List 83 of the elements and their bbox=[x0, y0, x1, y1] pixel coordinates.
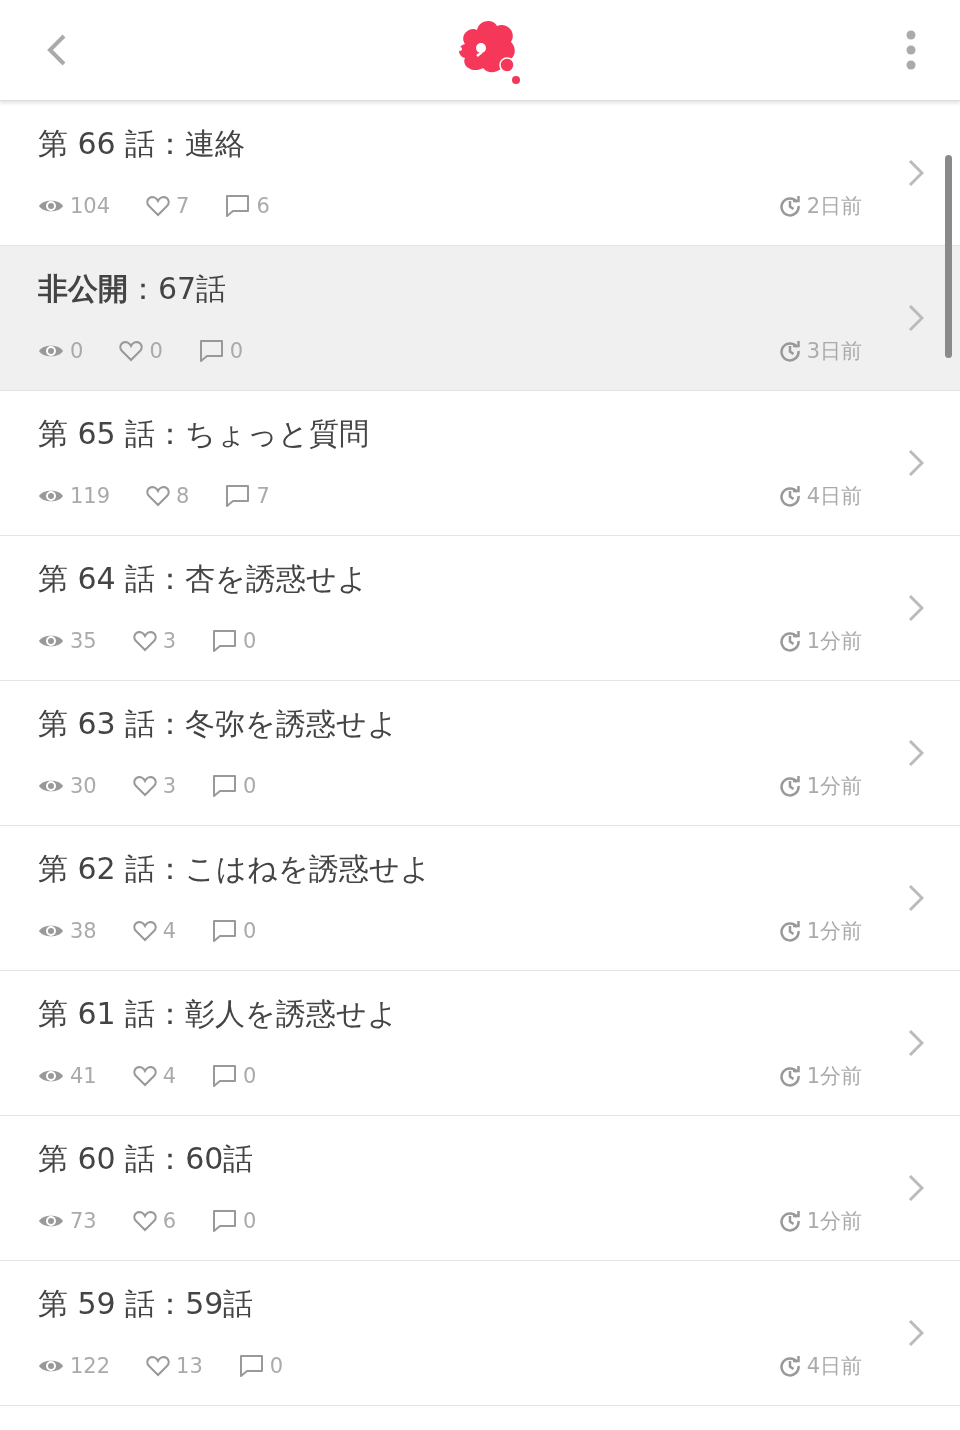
comment-count: 0 bbox=[269, 1354, 284, 1378]
chevron-right-icon bbox=[908, 594, 924, 622]
view-count: 30 bbox=[70, 774, 97, 798]
history-icon bbox=[778, 195, 801, 217]
comment-count: 0 bbox=[243, 1064, 257, 1088]
comment-icon bbox=[225, 194, 251, 218]
episode-title: 第 62 話：こはねを誘惑せよ bbox=[38, 851, 433, 887]
chevron-right-icon bbox=[908, 1174, 924, 1202]
view-count: 41 bbox=[70, 1064, 97, 1088]
chevron-right-icon bbox=[908, 1319, 924, 1347]
episode-title: 第 59 話：59話 bbox=[38, 1286, 255, 1322]
like-count: 0 bbox=[149, 339, 163, 363]
history-icon bbox=[778, 920, 801, 942]
chevron-right-icon bbox=[908, 1029, 924, 1057]
episode-title: 非公開：67話 bbox=[38, 271, 228, 307]
comment-icon bbox=[212, 1209, 238, 1233]
view-count: 0 bbox=[70, 339, 84, 363]
comment-count: 0 bbox=[243, 629, 257, 653]
updated-time: 4日前 bbox=[806, 1353, 862, 1380]
updated-time: 1分前 bbox=[806, 773, 862, 800]
comment-count: 7 bbox=[256, 484, 270, 508]
heart-icon bbox=[132, 1065, 157, 1087]
view-count: 35 bbox=[70, 629, 97, 653]
heart-icon bbox=[146, 195, 171, 217]
heart-icon bbox=[132, 1210, 157, 1232]
chevron-right-icon bbox=[908, 739, 924, 767]
comment-icon bbox=[212, 629, 238, 653]
comment-icon bbox=[212, 919, 238, 943]
comment-icon bbox=[212, 1064, 238, 1088]
history-icon bbox=[778, 1065, 801, 1087]
like-count: 13 bbox=[176, 1354, 203, 1378]
episode-title: 第 61 話：彰人を誘惑せよ bbox=[38, 996, 400, 1032]
comment-count: 0 bbox=[243, 1209, 257, 1233]
chevron-right-icon bbox=[908, 304, 924, 332]
updated-time: 1分前 bbox=[806, 628, 862, 655]
updated-time: 1分前 bbox=[806, 1063, 862, 1090]
comment-count: 0 bbox=[243, 919, 257, 943]
like-count: 3 bbox=[162, 774, 177, 798]
comment-count: 6 bbox=[256, 194, 270, 218]
episode-row[interactable]: 非公開：67話 0 0 0 3日前 bbox=[0, 246, 960, 391]
history-icon bbox=[778, 775, 801, 797]
updated-time: 4日前 bbox=[806, 483, 862, 510]
episode-title: 第 64 話：杏を誘惑せよ bbox=[38, 561, 370, 597]
history-icon bbox=[778, 630, 801, 652]
episode-title: 第 65 話：ちょっと質問 bbox=[38, 416, 371, 452]
history-icon bbox=[778, 485, 801, 507]
chevron-right-icon bbox=[908, 449, 924, 477]
heart-icon bbox=[146, 485, 171, 507]
history-icon bbox=[778, 1210, 801, 1232]
chevron-right-icon bbox=[908, 884, 924, 912]
comment-count: 0 bbox=[229, 339, 244, 363]
scrollbar[interactable] bbox=[945, 155, 952, 358]
view-count: 122 bbox=[70, 1354, 111, 1378]
comment-icon bbox=[212, 774, 238, 798]
history-icon bbox=[778, 340, 801, 362]
heart-icon bbox=[119, 340, 144, 362]
history-icon bbox=[778, 1355, 801, 1377]
updated-time: 3日前 bbox=[806, 338, 862, 365]
comment-count: 0 bbox=[243, 774, 257, 798]
like-count: 6 bbox=[162, 1209, 177, 1233]
view-count: 104 bbox=[70, 194, 111, 218]
heart-icon bbox=[132, 775, 157, 797]
like-count: 4 bbox=[162, 1064, 177, 1088]
comment-icon bbox=[198, 339, 224, 363]
like-count: 7 bbox=[176, 194, 190, 218]
episode-title: 第 63 話：冬弥を誘惑せよ bbox=[38, 706, 400, 742]
comment-icon bbox=[225, 484, 251, 508]
heart-icon bbox=[132, 920, 157, 942]
heart-icon bbox=[132, 630, 157, 652]
chevron-right-icon bbox=[908, 159, 924, 187]
like-count: 4 bbox=[162, 919, 177, 943]
updated-time: 1分前 bbox=[806, 918, 862, 945]
episode-title: 第 60 話：60話 bbox=[38, 1141, 255, 1177]
comment-icon bbox=[238, 1354, 264, 1378]
episode-title: 第 66 話：連絡 bbox=[38, 126, 247, 162]
like-count: 8 bbox=[176, 484, 190, 508]
updated-time: 1分前 bbox=[806, 1208, 862, 1235]
view-count: 38 bbox=[70, 919, 97, 943]
view-count: 73 bbox=[70, 1209, 97, 1233]
updated-time: 2日前 bbox=[806, 193, 862, 220]
heart-icon bbox=[146, 1355, 171, 1377]
view-count: 119 bbox=[70, 484, 111, 508]
like-count: 3 bbox=[162, 629, 177, 653]
